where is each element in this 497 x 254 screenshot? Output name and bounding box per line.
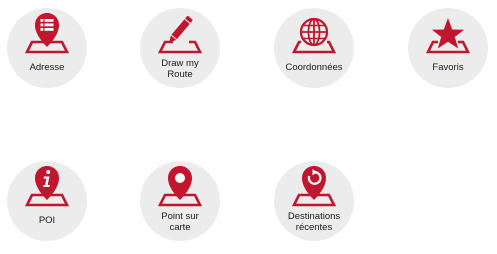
menu-item-label: Coordonnées (285, 62, 343, 73)
address-list-pin-icon (24, 13, 70, 54)
menu-item-label: Favoris (432, 62, 464, 73)
star-icon (425, 18, 471, 54)
menu-item-label: Adresse (29, 62, 65, 73)
menu-item-coordonnees[interactable]: Coordonnées (274, 8, 354, 88)
menu-item-label: Draw my Route (161, 58, 199, 80)
menu-item-draw-my-route[interactable]: Draw my Route (140, 8, 220, 88)
menu-item-adresse[interactable]: Adresse (7, 8, 87, 88)
menu-item-label: Point sur carte (161, 211, 199, 233)
menu-item-label: Destinations récentes (287, 211, 341, 233)
menu-item-poi[interactable]: POI (7, 161, 87, 241)
menu-item-label: POI (38, 215, 56, 226)
globe-icon (291, 17, 337, 54)
menu-item-point-sur-carte[interactable]: Point sur carte (140, 161, 220, 241)
info-pin-icon (24, 166, 70, 207)
menu-item-destinations-recentes[interactable]: Destinations récentes (274, 161, 354, 241)
menu-item-favoris[interactable]: Favoris (408, 8, 488, 88)
